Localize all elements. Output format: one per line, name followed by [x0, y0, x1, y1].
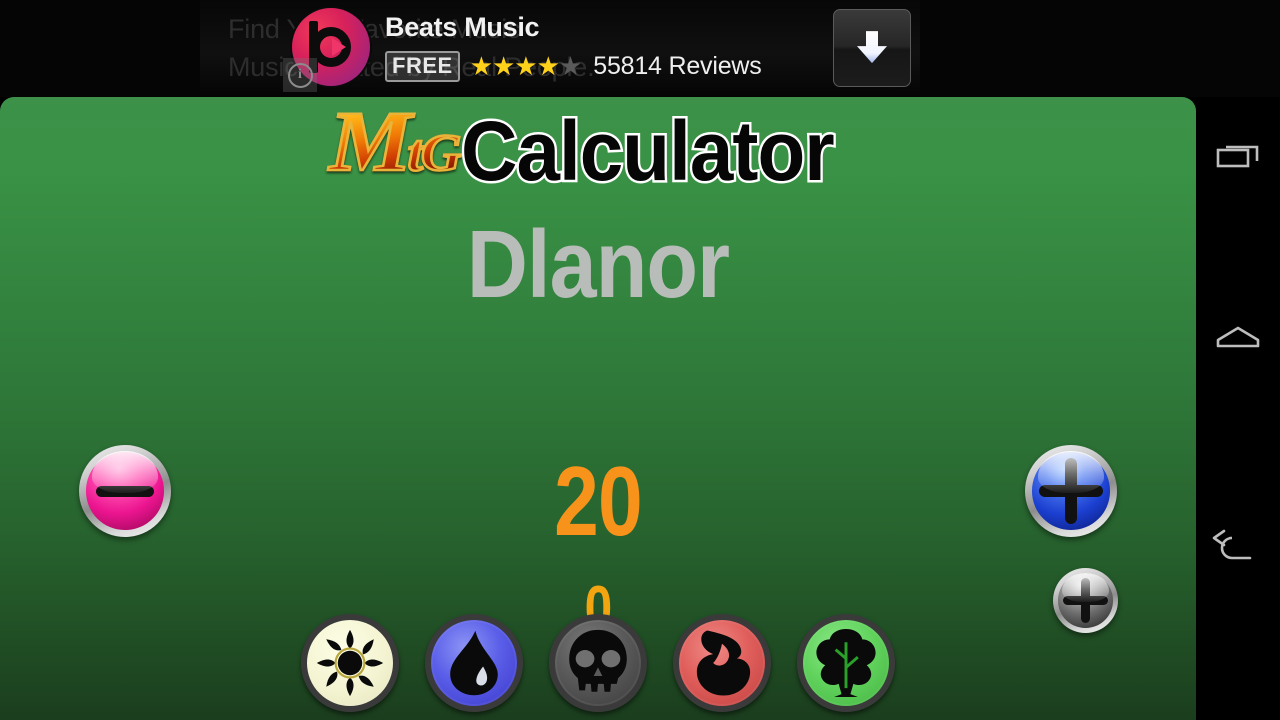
ad-banner-content[interactable]: Find Your Favorite Music Music Curated b… [200, 0, 920, 97]
ad-info-icon[interactable]: i [283, 58, 317, 92]
ad-metadata-row: FREE ★★★★★ 55814 Reviews [385, 50, 762, 82]
life-total-value[interactable]: 20 [108, 452, 1089, 550]
mana-black-skull-button[interactable] [549, 614, 647, 712]
ad-price-badge: FREE [385, 50, 460, 82]
life-increment-button[interactable] [1025, 445, 1117, 537]
plus-bar-vertical [1065, 457, 1078, 525]
skull-icon [569, 629, 627, 692]
water-drop-icon [450, 630, 498, 696]
mtg-brand-logo: MtG [328, 97, 463, 197]
life-decrement-button[interactable] [79, 445, 171, 537]
home-button[interactable] [1196, 297, 1280, 383]
ad-download-button[interactable] [833, 9, 911, 87]
mana-white-sun-button[interactable] [301, 614, 399, 712]
sun-icon [316, 629, 384, 697]
ad-app-name: Beats Music [385, 12, 540, 42]
android-navigation-bar [1196, 97, 1280, 720]
mana-symbol-row [0, 614, 1196, 712]
ad-rating-stars: ★★★★★ [469, 51, 583, 81]
mana-green-tree-button[interactable] [797, 614, 895, 712]
fire-icon [696, 630, 751, 696]
ad-info-glyph: i [287, 62, 313, 88]
minus-bar [96, 486, 154, 497]
home-icon [1216, 326, 1260, 348]
mana-blue-drop-button[interactable] [425, 614, 523, 712]
ad-banner[interactable]: Find Your Favorite Music Music Curated b… [0, 0, 1280, 97]
app-title: MtG Calculator [0, 97, 1196, 206]
download-arrow-icon [857, 31, 887, 64]
tree-icon [816, 628, 876, 698]
mana-red-fire-button[interactable] [673, 614, 771, 712]
player-name[interactable]: Dlanor [72, 215, 1124, 315]
back-icon [1212, 529, 1252, 560]
screen: Find Your Favorite Music Music Curated b… [0, 0, 1280, 720]
back-button[interactable] [1196, 505, 1280, 591]
ad-review-count: 55814 Reviews [593, 51, 762, 80]
mtg-brand-tg: tG [406, 123, 463, 183]
app-title-word: Calculator [459, 104, 837, 198]
mtg-brand-m: M [328, 97, 413, 189]
recents-icon [1216, 145, 1259, 168]
recents-button[interactable] [1196, 115, 1280, 201]
mtg-calculator-app: MtG Calculator Dlanor 20 0 [0, 97, 1196, 720]
